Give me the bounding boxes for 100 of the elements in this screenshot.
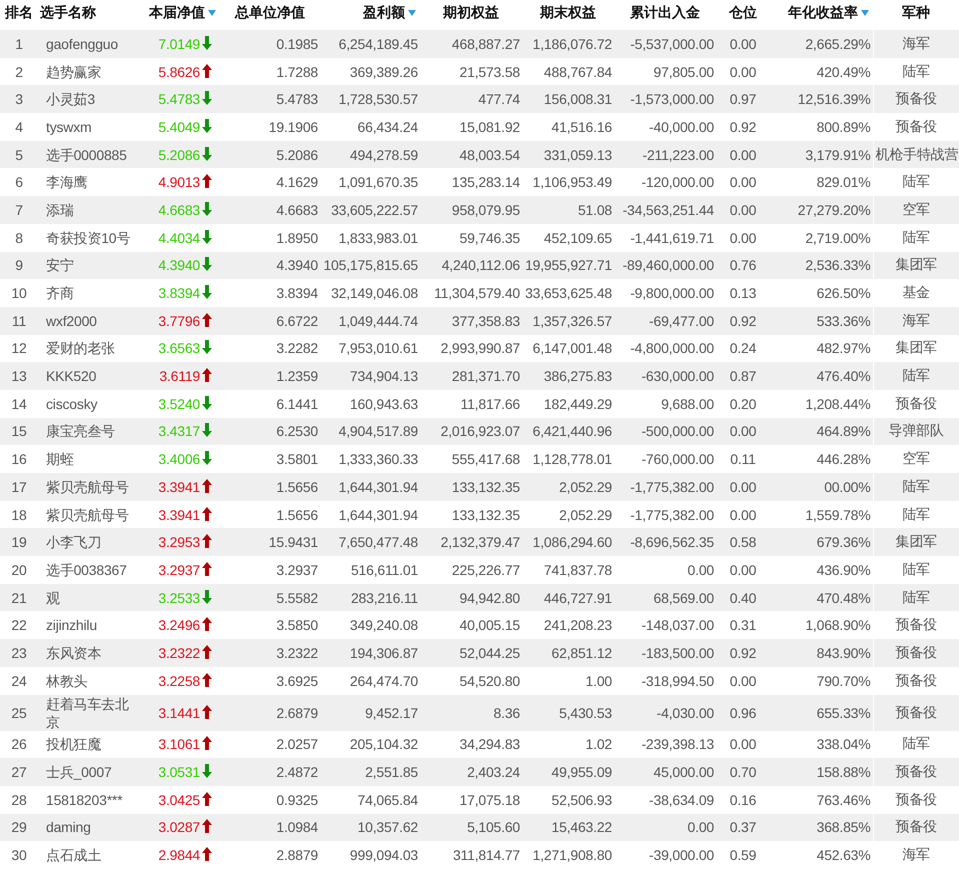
sort-icon[interactable]: [408, 10, 416, 16]
table-cell: 添瑞: [38, 196, 140, 224]
table-cell: 林教头: [38, 666, 140, 694]
table-cell: 2,403.24: [420, 758, 522, 786]
table-cell: 1,128,778.01: [522, 445, 614, 473]
column-header: 期初权益: [443, 4, 499, 20]
table-cell: 476.40%: [770, 362, 873, 390]
table-cell: 投机狂魔: [38, 730, 140, 758]
table-cell: -38,634.09: [614, 786, 716, 814]
table-cell: 3.5801: [220, 445, 320, 473]
table-cell: 20: [0, 556, 38, 584]
table-cell: 3.2937: [220, 556, 320, 584]
table-cell: 选手0000885: [38, 140, 140, 168]
table-cell: 0.11: [716, 445, 770, 473]
net-value: 4.3940: [158, 257, 200, 274]
table-cell: 导弹部队: [873, 418, 959, 446]
table-cell: 15,463.22: [522, 814, 614, 842]
table-cell: 494,278.59: [320, 140, 420, 168]
table-cell: 齐商: [38, 279, 140, 307]
net-value: 5.8626: [158, 64, 200, 80]
table-cell: -760,000.00: [614, 445, 716, 473]
table-cell: 10,357.62: [320, 814, 420, 842]
table-cell: 7,953,010.61: [320, 334, 420, 362]
table-cell: 9,688.00: [614, 390, 716, 418]
table-cell: 6.2530: [220, 418, 320, 446]
net-value: 3.2953: [158, 534, 200, 550]
table-cell: -1,775,382.00: [614, 473, 716, 501]
table-cell: 1,186,076.72: [522, 30, 614, 58]
table-cell: 6,421,440.96: [522, 418, 614, 446]
table-cell: 32,149,046.08: [320, 279, 420, 307]
table-cell: 1.00: [522, 666, 614, 694]
table-cell: 97,805.00: [614, 58, 716, 86]
table-cell: 452.63%: [770, 841, 873, 869]
table-cell: 13: [0, 362, 38, 390]
table-cell: 30: [0, 841, 38, 869]
table-cell: 0.24: [716, 334, 770, 362]
table-cell: 377,358.83: [420, 306, 522, 335]
table-cell: daming: [38, 814, 140, 842]
table-cell: 1,106,953.49: [522, 168, 614, 196]
table-cell: 东风资本: [38, 639, 140, 667]
table-cell: 0.92: [716, 639, 770, 667]
table-cell: wxf2000: [38, 306, 140, 335]
table-cell: 281,371.70: [420, 362, 522, 390]
net-value: 3.2496: [158, 617, 200, 634]
table-cell: 470.48%: [770, 584, 873, 612]
table-cell: 51.08: [522, 196, 614, 224]
table-cell: 369,389.26: [320, 58, 420, 86]
table-cell: 0.00: [716, 418, 770, 446]
table-cell: 33,605,222.57: [320, 196, 420, 224]
table-cell: 1,559.78%: [770, 500, 873, 528]
table-cell: -34,563,251.44: [614, 196, 716, 224]
table-cell: 734,904.13: [320, 362, 420, 390]
net-value: 3.1061: [158, 736, 200, 752]
table-cell: 488,767.84: [522, 58, 614, 86]
table-cell: 4,904,517.89: [320, 418, 420, 446]
table-cell: 0.37: [716, 814, 770, 842]
table-cell: -8,696,562.35: [614, 528, 716, 556]
table-cell: 4,240,112.06: [420, 252, 522, 280]
table-cell: -1,775,382.00: [614, 500, 716, 528]
table-cell: 741,837.78: [522, 556, 614, 584]
table-cell: 160,943.63: [320, 390, 420, 418]
table-cell: 8: [0, 224, 38, 252]
sort-icon[interactable]: [208, 10, 216, 16]
table-cell: 0.00: [614, 814, 716, 842]
sort-icon[interactable]: [861, 10, 869, 16]
net-value: 3.0287: [158, 819, 200, 836]
table-cell: 241,208.23: [522, 611, 614, 640]
table-cell: 1: [0, 30, 38, 58]
table-cell: 0.00: [716, 500, 770, 528]
table-cell: 6: [0, 168, 38, 196]
table-cell: 0.58: [716, 528, 770, 556]
table-cell: 4.3940: [220, 252, 320, 280]
table-cell: 133,132.35: [420, 473, 522, 501]
column-header[interactable]: 本届净值: [149, 4, 205, 20]
table-cell: 74,065.84: [320, 786, 420, 814]
table-cell: 27,279.20%: [770, 196, 873, 224]
table-cell: 655.33%: [770, 694, 873, 730]
table-cell: 40,005.15: [420, 611, 522, 640]
column-header[interactable]: 年化收益率: [788, 4, 858, 20]
column-header[interactable]: 盈利额: [363, 4, 405, 20]
table-cell: 194,306.87: [320, 639, 420, 667]
table-cell: 45,000.00: [614, 758, 716, 786]
table-cell: 0.00: [716, 196, 770, 224]
table-cell: 2,993,990.87: [420, 334, 522, 362]
table-cell: 626.50%: [770, 279, 873, 307]
table-cell: 26: [0, 730, 38, 758]
net-value: 3.6119: [159, 368, 200, 384]
table-cell: 8.36: [420, 694, 522, 730]
table-cell: 2.0257: [220, 730, 320, 758]
table-cell: 1,271,908.80: [522, 841, 614, 869]
table-cell: 1,644,301.94: [320, 473, 420, 501]
net-value: 5.4783: [158, 91, 200, 108]
table-cell: 2,665.29%: [770, 30, 873, 58]
table-cell: 预备役: [873, 694, 959, 730]
table-cell: 311,814.77: [420, 841, 522, 869]
table-cell: -1,573,000.00: [614, 85, 716, 114]
table-cell: 135,283.14: [420, 168, 522, 196]
table-cell: 0.97: [716, 85, 770, 114]
table-cell: 19,955,927.71: [522, 252, 614, 280]
table-cell: 829.01%: [770, 168, 873, 196]
